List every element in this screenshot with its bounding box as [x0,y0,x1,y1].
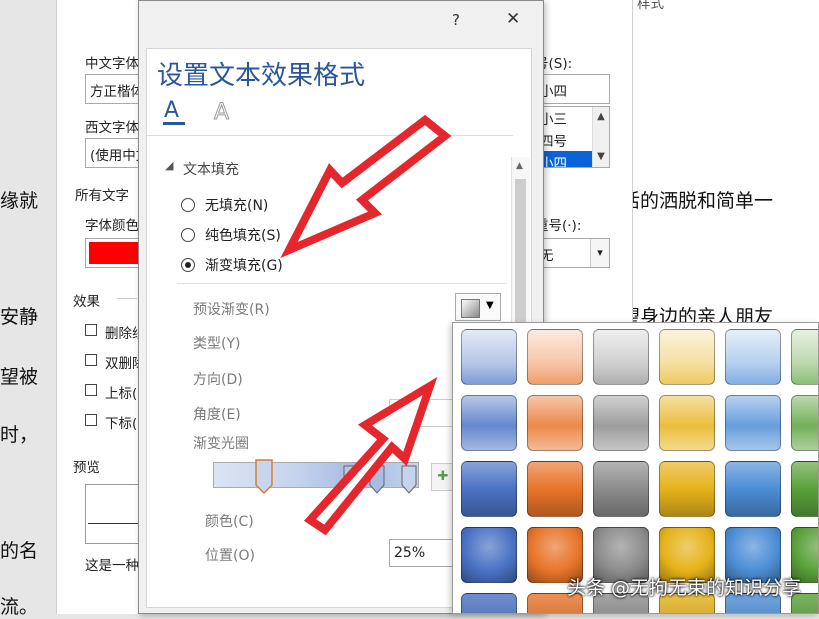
annotation-arrow-upper [280,114,452,259]
gradient-preset-swatch[interactable] [593,461,649,517]
gradient-preset-swatch[interactable] [527,395,583,451]
gradient-preset-swatch[interactable] [725,329,781,385]
gradient-preset-swatch[interactable] [659,395,715,451]
gradient-preset-swatch[interactable] [527,329,583,385]
gradient-preset-swatch[interactable] [725,395,781,451]
gradient-preset-swatch[interactable] [659,461,715,517]
gradient-preset-swatch[interactable] [461,395,517,451]
watermark: 头条 @无拘无束的知识分享 [566,577,801,599]
gradient-preset-swatch[interactable] [461,329,517,385]
gradient-preset-swatch[interactable] [659,329,715,385]
gradient-preset-swatch[interactable] [461,461,517,517]
gradient-preset-swatch[interactable] [791,329,818,385]
gradient-preset-swatch[interactable] [791,395,818,451]
gradient-preset-swatch[interactable] [593,329,649,385]
gradient-preset-swatch[interactable] [527,461,583,517]
gradient-preset-swatch[interactable] [725,461,781,517]
gradient-preset-swatch[interactable] [461,593,517,613]
gradient-preset-swatch[interactable] [461,527,517,583]
gradient-preset-swatch[interactable] [791,461,818,517]
preset-gradient-gallery[interactable] [452,322,819,614]
annotation-arrow-lower [303,376,438,536]
gradient-preset-swatch[interactable] [593,395,649,451]
